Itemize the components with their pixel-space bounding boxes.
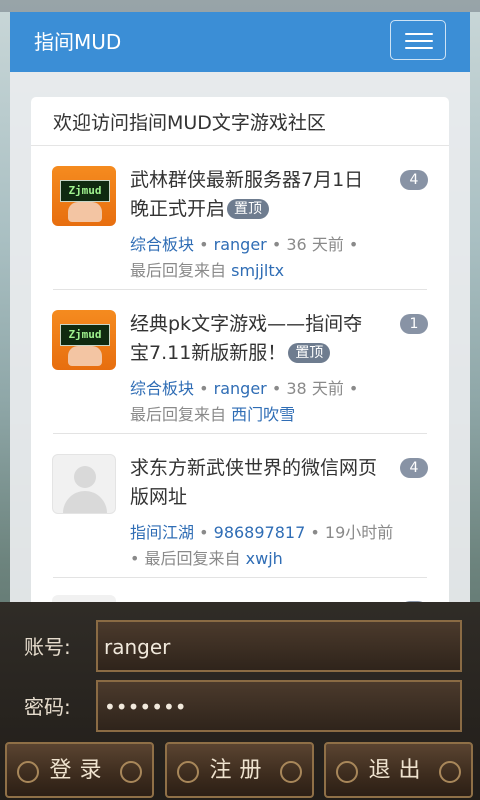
hamburger-menu-icon[interactable] xyxy=(390,20,446,60)
brand-link[interactable]: 指间MUD xyxy=(34,28,121,56)
zjmud-avatar-icon[interactable]: Zjmud xyxy=(52,166,116,226)
last-reply-label: 最后回复来自 xyxy=(130,405,227,424)
login-panel: 账号: ranger 密码: ••••••• 登录 注册 退出 xyxy=(0,602,480,800)
divider xyxy=(53,577,427,578)
board-link[interactable]: 综合板块 xyxy=(130,379,194,398)
account-input[interactable]: ranger xyxy=(96,620,462,672)
default-user-avatar-icon[interactable] xyxy=(52,454,116,514)
topic-time: 38 天前 xyxy=(286,379,344,398)
topic-list-card: 欢迎访问指间MUD文字游戏社区 Zjmud 武林群侠最新服务器7月1日晚正式开启… xyxy=(31,97,449,602)
card-title: 欢迎访问指间MUD文字游戏社区 xyxy=(53,112,326,134)
password-label: 密码: xyxy=(24,695,71,719)
topic-time: 19小时前 xyxy=(324,523,394,542)
last-reply-user-link[interactable]: 西门吹雪 xyxy=(231,405,295,424)
topic-title[interactable]: 武林群侠最新服务器7月1日晚正式开启 置顶 xyxy=(130,166,380,224)
account-label: 账号: xyxy=(24,635,71,659)
status-bar xyxy=(0,0,480,12)
author-link[interactable]: ranger xyxy=(214,379,267,398)
last-reply-user-link[interactable]: xwjh xyxy=(246,549,283,568)
default-user-avatar-icon[interactable] xyxy=(52,595,116,602)
reply-count-badge: 1 xyxy=(400,314,428,334)
exit-button[interactable]: 退出 xyxy=(324,742,473,798)
topic-title[interactable]: 求东方新武侠世界的微信网页版网址 xyxy=(130,454,380,512)
topic-meta: 综合板块 • ranger • 38 天前 • 最后回复来自 西门吹雪 xyxy=(130,379,359,424)
topic-meta: 指间江湖 • 986897817 • 19小时前 • 最后回复来自 xwjh xyxy=(130,523,394,568)
author-link[interactable]: ranger xyxy=(214,235,267,254)
last-reply-user-link[interactable]: smjjltx xyxy=(231,261,284,280)
author-link[interactable]: 986897817 xyxy=(214,523,306,542)
topic-item[interactable]: 求东方新武侠世界的微信网页版网址 指间江湖 • 986897817 • 19小时… xyxy=(31,434,449,578)
topic-item[interactable]: Zjmud 武林群侠最新服务器7月1日晚正式开启 置顶 综合板块 • ranger… xyxy=(31,146,449,290)
login-button[interactable]: 登录 xyxy=(5,742,154,798)
topic-meta: 综合板块 • ranger • 36 天前 • 最后回复来自 smjjltx xyxy=(130,235,359,280)
password-input[interactable]: ••••••• xyxy=(96,680,462,732)
board-link[interactable]: 指间江湖 xyxy=(130,523,194,542)
reply-count-badge: 4 xyxy=(400,170,428,190)
register-button[interactable]: 注册 xyxy=(165,742,314,798)
topic-item[interactable]: Zjmud 经典pk文字游戏——指间夺宝7.11新版新服！ 置顶 综合板块 • r… xyxy=(31,290,449,434)
topic-title[interactable]: 经典pk文字游戏——指间夺宝7.11新版新服！ 置顶 xyxy=(130,310,380,368)
sticky-badge: 置顶 xyxy=(227,199,270,219)
last-reply-label: 最后回复来自 xyxy=(144,549,241,568)
reply-count-badge: 4 xyxy=(400,458,428,478)
page-content: 欢迎访问指间MUD文字游戏社区 Zjmud 武林群侠最新服务器7月1日晚正式开启… xyxy=(10,72,470,602)
sticky-badge: 置顶 xyxy=(288,343,331,363)
topic-time: 36 天前 xyxy=(286,235,344,254)
navbar: 指间MUD xyxy=(10,12,470,72)
board-link[interactable]: 综合板块 xyxy=(130,235,194,254)
zjmud-avatar-icon[interactable]: Zjmud xyxy=(52,310,116,370)
last-reply-label: 最后回复来自 xyxy=(130,261,227,280)
